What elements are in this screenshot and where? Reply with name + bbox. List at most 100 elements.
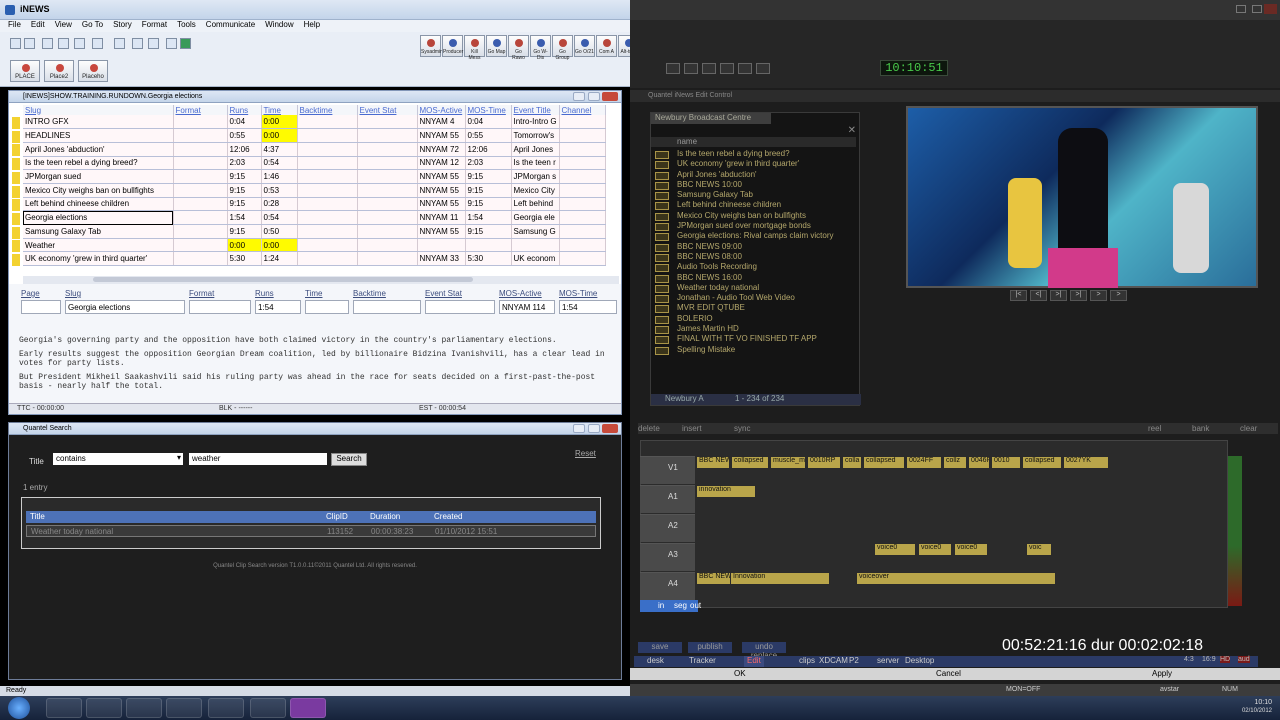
ie-icon[interactable] (46, 698, 82, 718)
table-cell[interactable] (559, 183, 606, 198)
reset-link[interactable]: Reset (575, 449, 596, 458)
table-cell[interactable]: 9:15 (465, 169, 512, 184)
maximize-icon[interactable] (588, 424, 600, 433)
action-button[interactable]: publish (688, 642, 732, 653)
table-cell[interactable] (173, 183, 228, 198)
table-cell[interactable]: NNYAM 72 (417, 142, 466, 157)
table-cell[interactable]: NNYAM 55 (417, 169, 466, 184)
search-input[interactable]: weather (189, 453, 327, 465)
timeline-clip[interactable]: collapsed (1022, 456, 1062, 469)
toolbar-button[interactable]: Go W-Dis (530, 35, 551, 61)
table-cell[interactable] (559, 197, 606, 212)
toolbar-place-button[interactable]: Place2 (44, 60, 74, 82)
column-header-time[interactable]: Time (261, 105, 298, 115)
mode-tab[interactable]: P2 (846, 656, 862, 667)
toolbar-button[interactable]: Kill Mess (464, 35, 485, 61)
table-cell[interactable] (173, 251, 228, 267)
table-row[interactable]: Left behind chineese children 9:15 0:28 NNY… (23, 197, 606, 212)
table-cell[interactable]: NNYAM 33 (417, 251, 466, 267)
chrome-icon[interactable] (166, 698, 202, 718)
timeline-clip[interactable]: collapsed (863, 456, 905, 469)
table-cell[interactable]: UK econom (511, 251, 560, 267)
aspect-button[interactable]: HD (1220, 656, 1231, 663)
name-column-header[interactable]: name (651, 137, 856, 147)
timeline-clip[interactable]: muscle_m (770, 456, 806, 469)
timeline-clip[interactable]: Innovation (730, 572, 830, 585)
table-cell[interactable] (297, 183, 358, 198)
table-cell[interactable]: Georgia elections (23, 210, 174, 225)
edit-bar-button[interactable]: bank (1192, 424, 1209, 433)
clip-list-item[interactable]: Left behind chineese children (651, 200, 856, 211)
mode-tab[interactable]: server (874, 656, 902, 667)
clip-list-item[interactable]: Audio Tools Recording (651, 262, 856, 273)
clip-list-item[interactable]: JPMorgan sued over mortgage bonds (651, 221, 856, 232)
table-cell[interactable]: HEADLINES (23, 128, 174, 143)
clip-list-item[interactable]: Jonathan - Audio Tool Web Video (651, 293, 856, 304)
column-header-mos-time[interactable]: MOS-Time (465, 105, 512, 115)
table-cell[interactable]: 9:15 (227, 224, 262, 239)
cancel-button[interactable]: Cancel (936, 669, 961, 678)
track-header[interactable]: V1 (640, 456, 695, 484)
toolbar-place-button[interactable]: Placeho (78, 60, 108, 82)
timeline-clip[interactable]: voice0 (874, 543, 916, 556)
result-row[interactable]: Weather today national 113152 00:00:38:23 0… (26, 525, 596, 537)
column-header-runs[interactable]: Runs (227, 105, 262, 115)
table-cell[interactable]: 0:50 (261, 224, 298, 239)
timeline-clip[interactable]: colla (842, 456, 862, 469)
form-field[interactable]: NNYAM 114 (499, 300, 555, 314)
timeline-clip[interactable]: 0027YK (1063, 456, 1109, 469)
column-header-channel[interactable]: Channel (559, 105, 606, 115)
toolbar-button[interactable]: Go Rawo (508, 35, 529, 61)
cut-icon[interactable] (114, 38, 125, 49)
table-cell[interactable] (173, 115, 228, 130)
table-cell[interactable]: Weather (23, 238, 174, 253)
table-cell[interactable] (559, 142, 606, 157)
maximize-icon[interactable] (588, 92, 600, 101)
results-column-header[interactable]: ClipID (326, 512, 348, 521)
clip-list-item[interactable]: Spelling Mistake (651, 345, 856, 355)
table-cell[interactable]: 1:54 (227, 210, 262, 225)
table-cell[interactable] (173, 128, 228, 143)
table-cell[interactable]: 9:15 (227, 197, 262, 212)
toolbar-button[interactable]: Com A (596, 35, 617, 57)
app-icon[interactable] (208, 698, 244, 718)
transport-button[interactable]: >| (1070, 290, 1087, 301)
table-row[interactable]: INTRO GFX 0:04 0:00 NNYAM 4 0:04 Intro-Intro … (23, 115, 606, 130)
table-cell[interactable]: NNYAM 4 (417, 115, 466, 130)
table-cell[interactable] (559, 210, 606, 225)
table-cell[interactable] (173, 142, 228, 157)
table-cell[interactable] (297, 197, 358, 212)
table-cell[interactable] (357, 142, 418, 157)
column-header-mos-active[interactable]: MOS-Active (417, 105, 466, 115)
clip-list-item[interactable]: Georgia elections: Rival camps claim vic… (651, 231, 856, 242)
table-row[interactable]: JPMorgan sued 9:15 1:46 NNYAM 55 9:15 JPMorga… (23, 169, 606, 184)
table-cell[interactable] (173, 224, 228, 239)
table-cell[interactable] (297, 224, 358, 239)
table-cell[interactable] (173, 197, 228, 212)
table-cell[interactable] (173, 169, 228, 184)
clip-list-item[interactable]: Is the teen rebel a dying breed? (651, 149, 856, 160)
table-cell[interactable]: NNYAM 55 (417, 183, 466, 198)
table-cell[interactable]: 0:00 (227, 238, 262, 253)
table-cell[interactable]: JPMorgan s (511, 169, 560, 184)
table-cell[interactable]: 0:00 (261, 128, 298, 143)
clip-list-item[interactable]: MVR EDIT QTUBE (651, 303, 856, 314)
timeline-clip[interactable]: voice0 (918, 543, 952, 556)
toolbar-button[interactable]: Producer (442, 35, 463, 57)
table-cell[interactable] (297, 115, 358, 130)
track-header[interactable]: A2 (640, 514, 695, 542)
table-cell[interactable] (357, 210, 418, 225)
table-cell[interactable]: 9:15 (465, 183, 512, 198)
column-header-backtime[interactable]: Backtime (297, 105, 358, 115)
action-button[interactable]: save (638, 642, 682, 653)
results-column-header[interactable]: Duration (370, 512, 400, 521)
table-cell[interactable]: Samsung Galaxy Tab (23, 224, 174, 239)
timeline-nav-button[interactable]: in (658, 601, 664, 610)
table-cell[interactable]: 12:06 (465, 142, 512, 157)
table-cell[interactable]: 2:03 (227, 156, 262, 171)
mode-tab[interactable]: Edit (744, 656, 764, 667)
table-cell[interactable] (173, 210, 228, 225)
clip-list-item[interactable]: Samsung Galaxy Tab (651, 190, 856, 201)
story-text[interactable]: Georgia's governing party and the opposi… (19, 336, 615, 396)
form-field[interactable] (353, 300, 421, 314)
